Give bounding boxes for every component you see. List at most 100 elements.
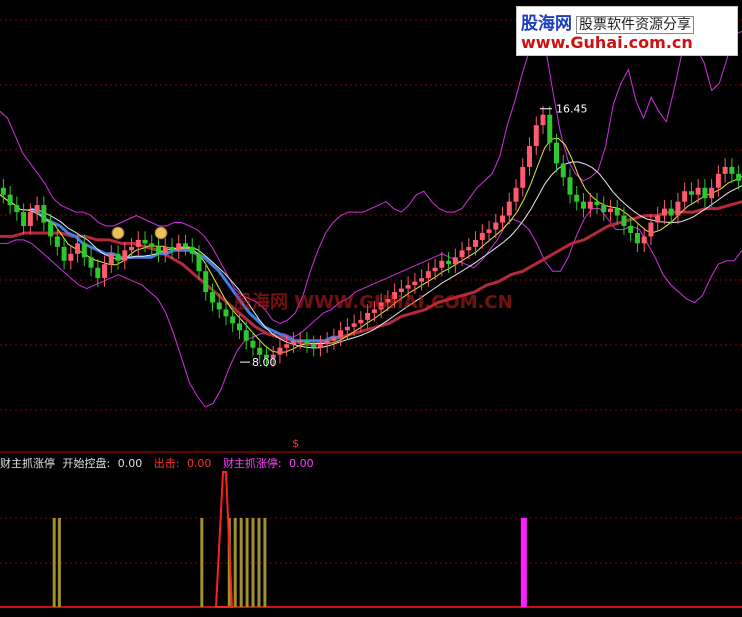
annotations: 16.45 8.00 $ [111, 103, 588, 450]
candle-body [351, 323, 357, 327]
candle-body [162, 246, 168, 254]
candle-body [729, 166, 735, 174]
candle-body [439, 260, 445, 268]
candle-body [695, 187, 701, 195]
candle-body [533, 125, 539, 147]
candle-body [236, 323, 242, 331]
candle-body [641, 236, 647, 244]
candle-body [331, 337, 337, 341]
ma-blue-line [29, 207, 340, 343]
candle-body [432, 267, 438, 272]
candle-body [506, 201, 512, 216]
candle-body [702, 187, 708, 199]
candle-body [156, 246, 162, 254]
candle-body [607, 208, 613, 213]
candle-body [68, 253, 74, 261]
legend-item-control: 开始控盘: 0.00 [62, 457, 143, 470]
candle-body [709, 187, 715, 199]
candle-body [183, 243, 188, 247]
candle-body [419, 278, 425, 282]
candle-body [95, 267, 101, 279]
control-bar [57, 518, 61, 607]
candle-body [257, 347, 263, 355]
candle-body [479, 232, 485, 240]
legend-item-attack: 出击: 0.00 [153, 457, 212, 470]
candle-body [675, 201, 681, 216]
candle-body [0, 187, 6, 195]
candle-body [688, 191, 694, 195]
candle-body [682, 191, 688, 202]
candle-body [277, 347, 283, 355]
candle-body [88, 257, 94, 268]
candle-body [580, 201, 586, 209]
candle-body [648, 222, 654, 237]
high-label: 16.45 [556, 103, 588, 116]
candle-body [149, 243, 155, 247]
candle-body [243, 330, 249, 341]
candle-body [621, 215, 627, 226]
candle-body [81, 243, 87, 258]
candle-body [594, 201, 600, 206]
candle-body [567, 177, 573, 195]
subchart-bars [52, 471, 527, 608]
candle-body [54, 236, 60, 247]
candle-body [21, 212, 27, 226]
control-bar [239, 518, 243, 607]
candle-body [216, 302, 222, 310]
candle-body [547, 114, 553, 143]
candle-body [344, 326, 350, 331]
candle-body [338, 330, 344, 338]
candle-body [358, 319, 364, 324]
control-bar [257, 518, 261, 607]
candle-body [297, 340, 303, 343]
candle-body [634, 232, 640, 244]
candle-body [587, 201, 593, 209]
low-label: 8.00 [252, 356, 277, 369]
candle-body [459, 250, 465, 258]
candle-body [715, 173, 721, 188]
candle-body [34, 205, 40, 213]
candle-body [527, 146, 533, 167]
candle-body [209, 292, 215, 303]
candle-body [115, 253, 121, 261]
control-bar [245, 518, 249, 607]
candle-body [493, 222, 499, 230]
logo-url: www.Guhai.com.cn [521, 33, 693, 52]
candle-body [452, 257, 458, 265]
candle-body [324, 340, 330, 345]
candle-body [41, 205, 47, 223]
candle-body [284, 344, 290, 348]
candle-body [722, 166, 728, 174]
candle-body [661, 208, 667, 216]
candle-body [135, 239, 141, 247]
site-logo: 股海网 股票软件资源分享 www.Guhai.com.cn [516, 6, 738, 56]
coin-icon [154, 226, 168, 240]
buy-marker: $ [292, 437, 299, 450]
candle-body [48, 222, 54, 237]
control-bar [263, 518, 267, 607]
candle-body [223, 309, 229, 317]
control-bar [200, 518, 204, 607]
limitup-bar [520, 518, 527, 607]
candle-body [628, 226, 634, 233]
candle-body [129, 246, 135, 251]
candle-body [425, 271, 431, 279]
logo-tagline: 股票软件资源分享 [576, 16, 694, 34]
candle-body [27, 212, 33, 226]
candle-body [290, 340, 296, 345]
candle-body [196, 253, 202, 272]
candle-body [61, 246, 67, 261]
candle-body [540, 114, 546, 126]
candle-body [601, 205, 607, 213]
logo-name: 股海网 [521, 14, 572, 34]
candle-body [614, 208, 620, 216]
candle-body [520, 166, 526, 188]
candle-body [311, 344, 317, 348]
candle-body [554, 142, 559, 164]
legend-item-limitup: 财主抓涨停: 0.00 [222, 457, 314, 470]
candle-body [230, 316, 236, 324]
candle-body [560, 163, 566, 178]
candle-body [142, 239, 148, 244]
candle-body [446, 260, 452, 265]
candle-body [412, 281, 418, 286]
